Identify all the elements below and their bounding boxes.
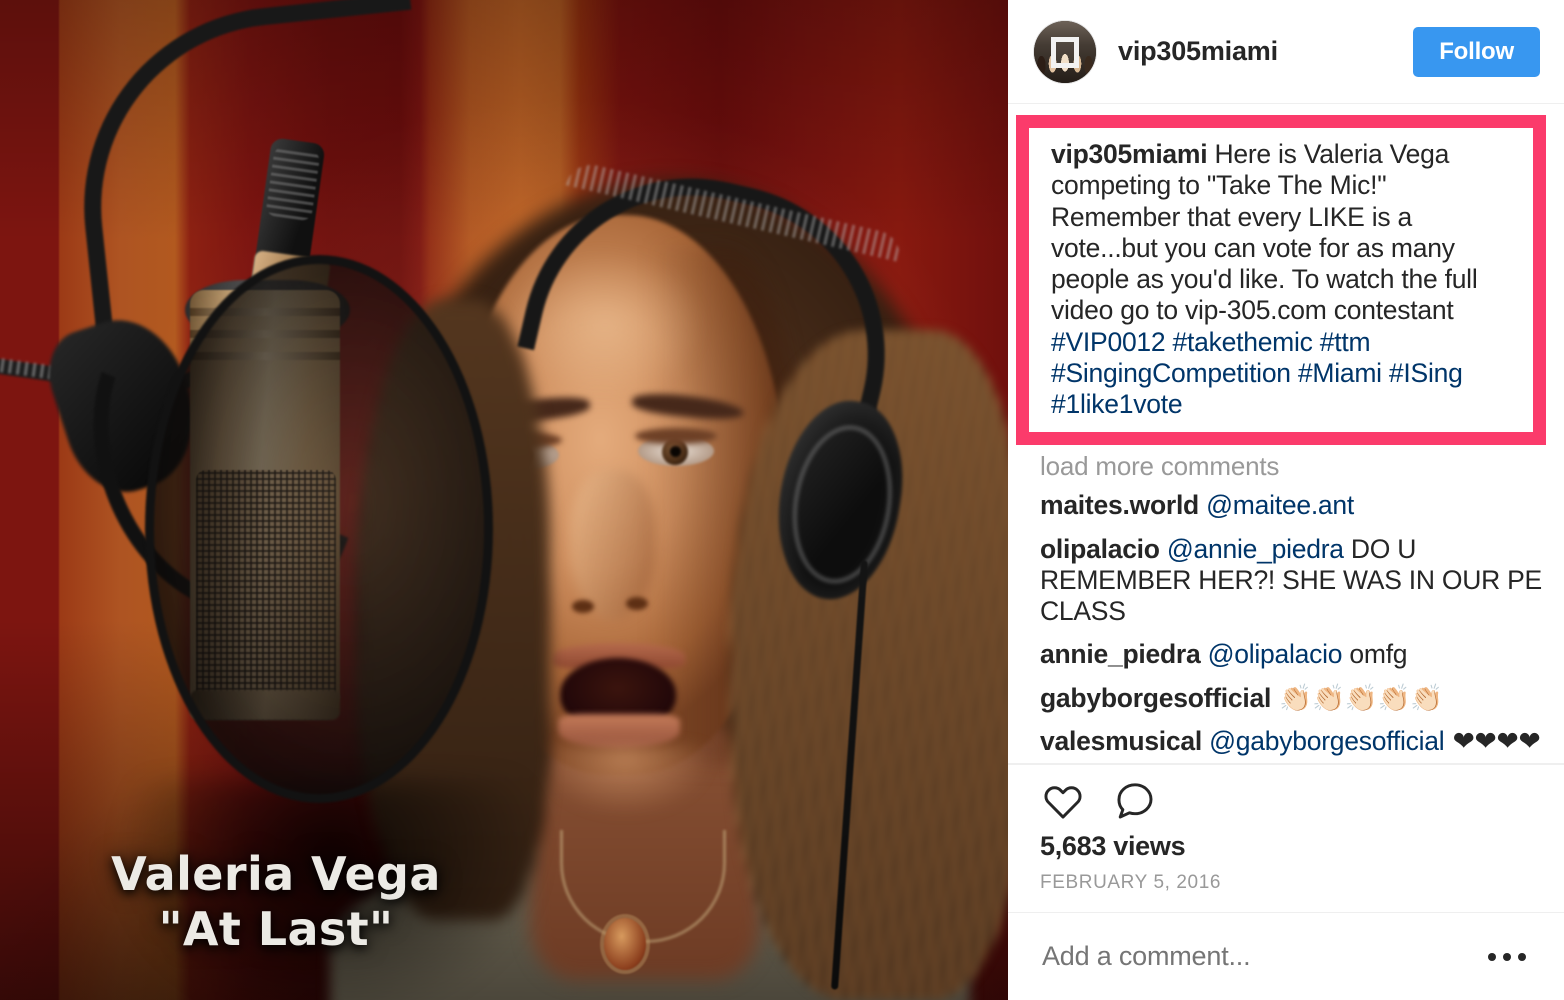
comment-text: omfg — [1342, 639, 1408, 670]
comment-author[interactable]: olipalacio — [1040, 534, 1160, 564]
comment-author[interactable]: gabyborgesofficial — [1040, 683, 1271, 713]
caption-highlight-box: vip305miami Here is Valeria Vega competi… — [1016, 115, 1546, 446]
comment-author[interactable]: maites.world — [1040, 490, 1199, 520]
comment-text: 👏🏻👏🏻👏🏻👏🏻👏🏻 — [1271, 682, 1444, 714]
comment-item: gabyborgesofficial 👏🏻👏🏻👏🏻👏🏻👏🏻 — [1040, 683, 1544, 714]
nostril-right — [626, 597, 648, 610]
caption-hashtags[interactable]: #VIP0012 #takethemic #ttm #SingingCompet… — [1051, 327, 1463, 420]
comment-input[interactable] — [1040, 940, 1480, 973]
more-options-icon[interactable] — [1480, 945, 1534, 969]
comment-item: maites.world @maitee.ant — [1040, 490, 1544, 521]
load-more-comments-link[interactable]: load more comments — [1008, 445, 1564, 484]
post-date: FEBRUARY 5, 2016 — [1040, 872, 1222, 893]
video-title-line1: Valeria Vega — [111, 847, 441, 902]
follow-button[interactable]: Follow — [1413, 26, 1540, 77]
lower-lip — [558, 714, 680, 748]
comments-list: maites.world @maitee.ant olipalacio @ann… — [1008, 484, 1564, 764]
caption-username[interactable]: vip305miami — [1051, 139, 1208, 169]
post-media[interactable]: Valeria Vega "At Last" — [0, 0, 1008, 1000]
video-title-line2: "At Last" — [158, 901, 394, 956]
post-sidebar: vip305miami Follow vip305miami Here is V… — [1008, 0, 1564, 1000]
comment-button[interactable] — [1112, 779, 1158, 825]
instagram-post: Valeria Vega "At Last" vip305miami Follo… — [0, 0, 1564, 1000]
comment-mention[interactable]: @gabyborgesofficial — [1209, 726, 1445, 756]
comment-mention[interactable]: @maitee.ant — [1206, 490, 1354, 520]
avatar-photo-frame — [1051, 36, 1079, 68]
post-header: vip305miami Follow — [1008, 0, 1564, 104]
video-title-overlay: Valeria Vega "At Last" — [66, 847, 486, 956]
nostril-left — [572, 600, 594, 613]
heart-icon — [1042, 782, 1084, 823]
add-comment-bar — [1008, 912, 1564, 1000]
like-button[interactable] — [1040, 779, 1086, 825]
account-username[interactable]: vip305miami — [1118, 36, 1413, 67]
comments-divider — [1008, 763, 1564, 764]
comment-item: annie_piedra @olipalacio omfg — [1040, 639, 1544, 670]
chin — [540, 745, 710, 815]
comment-item: olipalacio @annie_piedra DO U REMEMBER H… — [1040, 534, 1544, 628]
comment-mention[interactable]: @annie_piedra — [1167, 534, 1344, 564]
speech-bubble-icon — [1114, 781, 1156, 824]
necklace-pendant — [604, 918, 646, 970]
eye-right — [635, 428, 717, 466]
post-body[interactable]: vip305miami Here is Valeria Vega competi… — [1008, 104, 1564, 764]
action-icon-row — [1040, 779, 1540, 825]
comment-author[interactable]: valesmusical — [1040, 726, 1202, 756]
post-caption: vip305miami Here is Valeria Vega competi… — [1051, 139, 1519, 420]
comment-item: valesmusical @gabyborgesofficial ❤❤❤❤❤❤ — [1040, 726, 1544, 764]
view-count: 5,683 views — [1040, 831, 1186, 861]
post-actions: 5,683 views FEBRUARY 5, 2016 — [1008, 764, 1564, 912]
comment-mention[interactable]: @olipalacio — [1208, 639, 1343, 669]
pop-filter — [145, 255, 493, 803]
avatar[interactable] — [1034, 20, 1096, 83]
comment-author[interactable]: annie_piedra — [1040, 639, 1201, 669]
